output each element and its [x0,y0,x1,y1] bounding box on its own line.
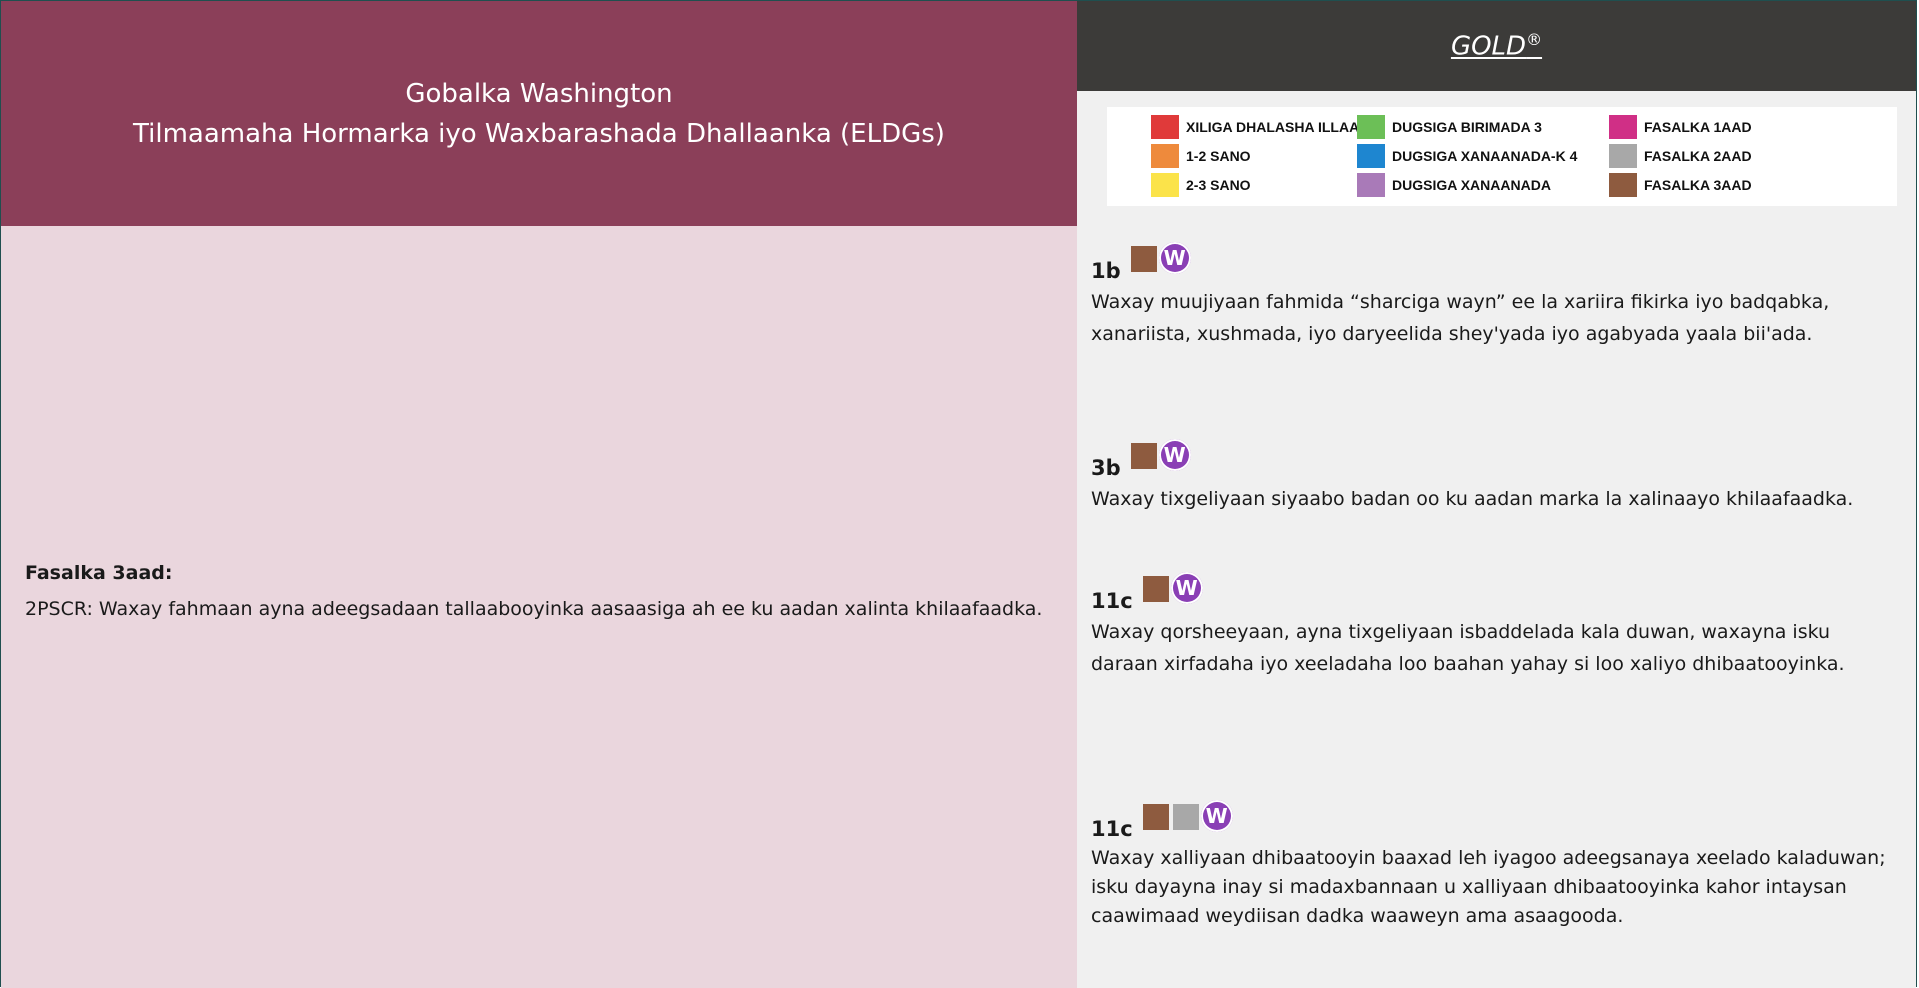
legend-item-kindergarten: DUGSIGA XANAANADA [1357,173,1551,197]
legend-swatch [1357,144,1385,168]
age-grade-legend: XILIGA DHALASHA ILLAA 1 1-2 SANO 2-3 SAN… [1107,107,1897,206]
indicator-1b: 1b W Waxay muujiyaan fahmida “sharciga w… [1091,242,1891,350]
legend-item-grade-1: FASALKA 1AAD [1609,115,1752,139]
legend-swatch [1609,144,1637,168]
legend-item-grade-3: FASALKA 3AAD [1609,173,1752,197]
indicator-11c-second: 11c W Waxay xalliyaan dhibaatooyin baaxa… [1091,800,1891,931]
grade-tag [1130,443,1157,469]
legend-label: DUGSIGA BIRIMADA 3 [1392,119,1542,135]
gold-header: GOLD® XILIGA DHALASHA ILLAA 1 1-2 SANO 2… [1077,1,1916,226]
legend-label: FASALKA 3AAD [1644,177,1752,193]
legend-item-2-3-years: 2-3 SANO [1151,173,1251,197]
grade-tag [1142,576,1169,602]
w-badge-icon: W [1170,572,1203,604]
domain-panel: Fasalka 3aad: 2PSCR: Waxay fahmaan ayna … [1,226,1077,988]
indicator-text: Waxay xalliyaan dhibaatooyin baaxad leh … [1091,847,1886,927]
indicator-header: 11c W [1091,572,1891,613]
grade-tag [1172,804,1199,830]
registered-mark: ® [1526,30,1543,50]
indicator-header: 11c W [1091,800,1891,841]
standards-page: Gobalka Washington Tilmaamaha Hormarka i… [0,0,1917,988]
indicator-code: 11c [1091,589,1133,613]
indicator-code: 1b [1091,259,1121,283]
indicator-code: 3b [1091,456,1121,480]
legend-label: 1-2 SANO [1186,148,1251,164]
indicator-header: 3b W [1091,439,1891,480]
indicator-header: 1b W [1091,242,1891,283]
legend-label: FASALKA 1AAD [1644,119,1752,135]
legend-swatch [1151,144,1179,168]
standard-text: 2PSCR: Waxay fahmaan ayna adeegsadaan ta… [25,598,1043,620]
legend-swatch [1151,173,1179,197]
domain-block: Fasalka 3aad: 2PSCR: Waxay fahmaan ayna … [25,557,1045,625]
indicator-text: Waxay tixgeliyaan siyaabo badan oo ku aa… [1091,488,1854,510]
legend-swatch [1357,173,1385,197]
legend-swatch [1151,115,1179,139]
w-badge-icon: W [1158,439,1191,471]
indicator-code: 11c [1091,817,1133,841]
legend-swatch [1357,115,1385,139]
gold-title-text: GOLD [1450,31,1527,62]
legend-label: XILIGA DHALASHA ILLAA 1 [1186,119,1371,135]
grade-tag [1142,804,1169,830]
gold-link[interactable]: GOLD® [1451,30,1542,62]
legend-label: 2-3 SANO [1186,177,1251,193]
indicator-11c: 11c W Waxay qorsheeyaan, ayna tixgeliyaa… [1091,572,1891,680]
indicators-panel: 1b W Waxay muujiyaan fahmida “sharciga w… [1077,226,1916,988]
w-badge-icon: W [1200,800,1233,832]
gold-title-bar: GOLD® [1077,1,1916,91]
legend-item-preschool-3: DUGSIGA BIRIMADA 3 [1357,115,1542,139]
indicator-text: Waxay qorsheeyaan, ayna tixgeliyaan isba… [1091,621,1845,675]
legend-item-grade-2: FASALKA 2AAD [1609,144,1752,168]
w-badge-icon: W [1158,242,1191,274]
guide-header: Gobalka Washington Tilmaamaha Hormarka i… [1,1,1077,226]
legend-item-birth-to-1: XILIGA DHALASHA ILLAA 1 [1151,115,1370,139]
grade-label: Fasalka 3aad: [25,562,173,584]
indicator-3b: 3b W Waxay tixgeliyaan siyaabo badan oo … [1091,439,1891,515]
legend-label: DUGSIGA XANAANADA-K 4 [1392,148,1578,164]
grade-tag [1130,246,1157,272]
guide-title: Tilmaamaha Hormarka iyo Waxbarashada Dha… [133,118,945,149]
legend-swatch [1609,115,1637,139]
legend-item-pre-k-4: DUGSIGA XANAANADA-K 4 [1357,144,1577,168]
state-title: Gobalka Washington [405,78,673,109]
legend-swatch [1609,173,1637,197]
legend-area: XILIGA DHALASHA ILLAA 1 1-2 SANO 2-3 SAN… [1077,91,1916,226]
legend-label: DUGSIGA XANAANADA [1392,177,1551,193]
legend-item-1-2-years: 1-2 SANO [1151,144,1251,168]
legend-label: FASALKA 2AAD [1644,148,1752,164]
indicator-text: Waxay muujiyaan fahmida “sharciga wayn” … [1091,291,1830,345]
